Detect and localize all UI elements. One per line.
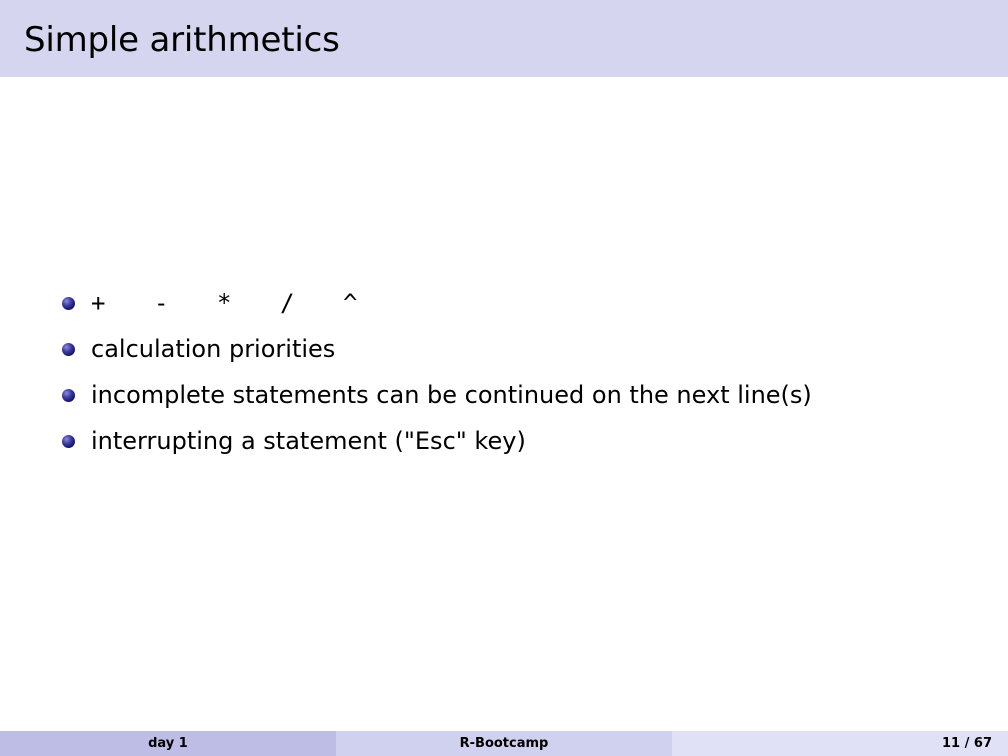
bullet-icon xyxy=(62,296,75,310)
operator-divide: / xyxy=(280,289,295,317)
bullet-item: calculation priorities xyxy=(62,326,812,372)
slide: Simple arithmetics + - * / ^ calculation… xyxy=(0,0,1008,756)
bullet-item-operators: + - * / ^ xyxy=(62,280,812,326)
bullet-icon xyxy=(62,342,75,356)
bullet-text: calculation priorities xyxy=(91,335,336,363)
bullet-item: interrupting a statement ("Esc" key) xyxy=(62,418,812,464)
operator-minus: - xyxy=(154,289,169,317)
bullet-icon xyxy=(62,388,75,402)
footer-presentation-title: R-Bootcamp xyxy=(336,731,672,756)
bullet-list: + - * / ^ calculation priorities incompl… xyxy=(62,280,812,464)
operator-list: + - * / ^ xyxy=(91,289,406,317)
slide-title: Simple arithmetics xyxy=(24,20,340,60)
title-bar: Simple arithmetics xyxy=(0,0,1008,77)
operator-multiply: * xyxy=(217,289,232,317)
bullet-text: incomplete statements can be continued o… xyxy=(91,381,812,409)
footer-page-number: 11 / 67 xyxy=(672,731,1008,756)
bullet-icon xyxy=(62,434,75,448)
bullet-item: incomplete statements can be continued o… xyxy=(62,372,812,418)
bullet-text: interrupting a statement ("Esc" key) xyxy=(91,427,526,455)
footer-section-label: day 1 xyxy=(0,731,336,756)
operator-plus: + xyxy=(91,289,106,317)
footer: day 1 R-Bootcamp 11 / 67 xyxy=(0,731,1008,756)
operator-power: ^ xyxy=(343,289,358,317)
